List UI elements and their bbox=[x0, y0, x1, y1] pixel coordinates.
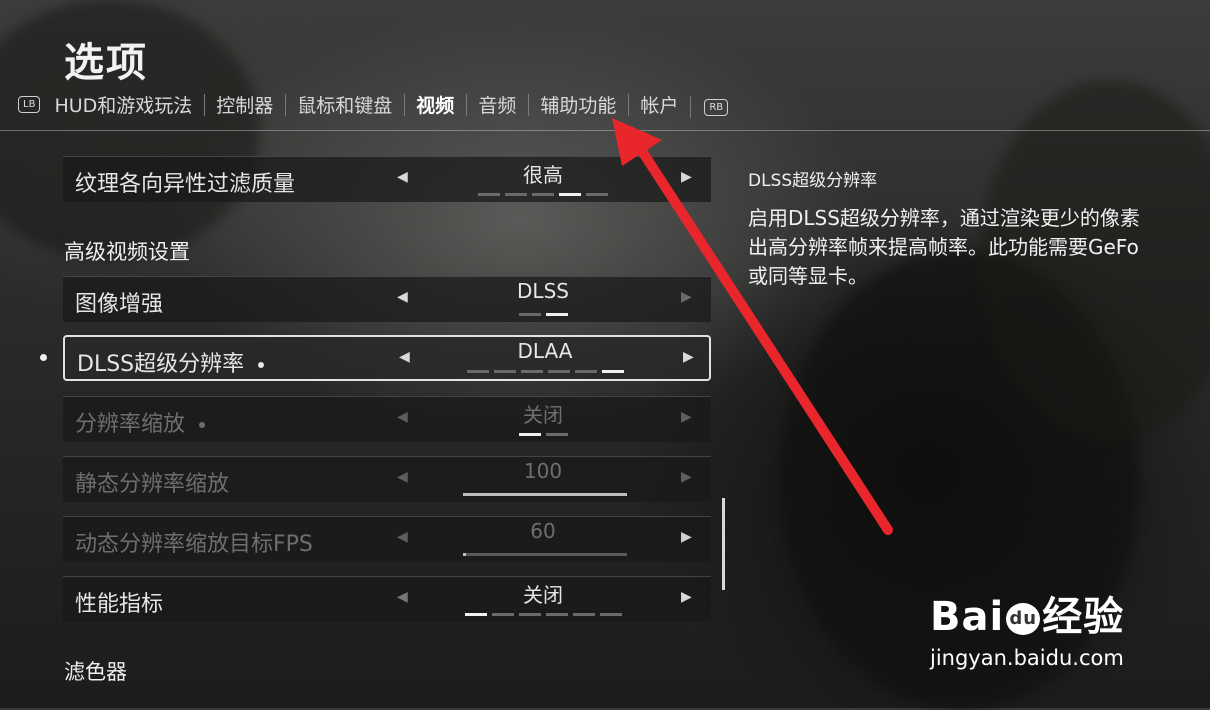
baidu-paw-icon: du bbox=[1006, 603, 1041, 635]
watermark-brand-right: 经验 bbox=[1042, 594, 1125, 640]
baidu-logo: Bai du 经验 bbox=[930, 584, 1170, 642]
watermark-brand-left: Bai bbox=[930, 594, 1005, 640]
watermark-url: jingyan.baidu.com bbox=[930, 646, 1124, 670]
annotation-arrow-head bbox=[612, 118, 662, 166]
annotation-arrow-shaft bbox=[635, 143, 893, 535]
baidu-watermark: Bai du 经验 jingyan.baidu.com bbox=[930, 584, 1170, 670]
